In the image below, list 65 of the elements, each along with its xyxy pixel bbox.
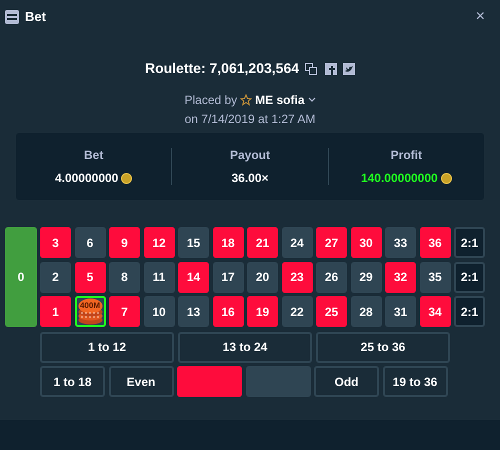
number-cell[interactable]: 18 [212,227,244,258]
username[interactable]: ME sofia [255,91,305,109]
number-cell[interactable]: 2 [40,262,71,292]
outside-bet-cell[interactable]: 19 to 36 [382,366,448,397]
number-cell[interactable]: 22 [282,296,312,327]
column-bet-cell[interactable]: 2:1 [454,296,485,327]
number-cell[interactable]: 11 [144,262,174,292]
bet-date: on 7/14/2019 at 1:27 AM [184,111,316,128]
stat-label: Profit [390,147,422,164]
number-cell[interactable]: 7 [109,296,140,327]
stat-value: 140.00000000 [360,170,438,187]
number-cell[interactable]: 24 [282,227,312,258]
chevron-down-icon[interactable] [308,97,316,103]
stat-label: Bet [84,147,104,164]
number-cell[interactable]: 28 [350,296,382,327]
number-cell[interactable]: 14 [178,262,209,292]
stat-label: Payout [230,147,270,164]
window-title: Bet [25,8,46,26]
number-cell[interactable]: 30 [350,227,382,258]
list-icon [5,10,19,24]
number-cell[interactable]: 33 [385,227,416,258]
number-cell[interactable]: 5 [74,262,106,292]
number-cell[interactable]: 35 [420,262,450,292]
number-cell[interactable]: 3 [40,227,71,258]
number-cell[interactable]: 17 [212,262,244,292]
number-cell[interactable]: 19 [247,296,278,327]
number-cell[interactable]: 26 [316,262,347,292]
close-button[interactable]: × [476,9,485,25]
chip-stack-cell[interactable]: 400M [74,296,106,327]
column-bet-cell[interactable]: 2:1 [454,262,485,292]
placed-by-label: Placed by [184,92,238,109]
outside-bet-cell[interactable]: Even [108,366,174,397]
number-cell[interactable]: 9 [109,227,140,258]
number-cell[interactable]: 16 [212,296,244,327]
number-cell[interactable]: 6 [74,227,106,258]
bet-title: Roulette: 7,061,203,564 [144,59,300,78]
number-cell[interactable]: 20 [247,262,278,292]
number-cell[interactable]: 13 [178,296,209,327]
number-cell[interactable]: 27 [316,227,347,258]
column-bet-cell[interactable]: 2:1 [454,227,485,258]
star-icon [240,94,252,106]
stat-value: 36.00× [231,170,269,187]
outside-bet-cell[interactable]: Odd [314,366,379,397]
number-cell[interactable]: 12 [144,227,174,258]
number-cell[interactable]: 31 [385,296,416,327]
number-cell[interactable]: 21 [247,227,278,258]
color-bet-cell[interactable] [246,366,310,397]
copy-icon[interactable] [305,62,318,74]
dozen-bet-cell[interactable]: 1 to 12 [40,332,174,362]
number-cell[interactable]: 32 [385,262,416,292]
number-cell[interactable]: 34 [420,296,450,327]
number-cell[interactable]: 36 [420,227,450,258]
number-cell[interactable]: 10 [144,296,174,327]
stat-value: 4.00000000 [54,170,118,187]
bird-icon[interactable] [343,62,356,74]
number-cell[interactable]: 29 [350,262,382,292]
number-cell[interactable]: 15 [178,227,209,258]
number-cell[interactable]: 25 [316,296,347,327]
dozen-bet-cell[interactable]: 25 to 36 [316,332,450,362]
number-cell[interactable]: 23 [282,262,312,292]
color-bet-cell[interactable] [177,366,242,397]
outside-bet-cell[interactable]: 1 to 18 [40,366,105,397]
dozen-bet-cell[interactable]: 13 to 24 [178,332,312,362]
number-cell[interactable]: 8 [109,262,140,292]
number-cell[interactable]: 1 [40,296,71,327]
